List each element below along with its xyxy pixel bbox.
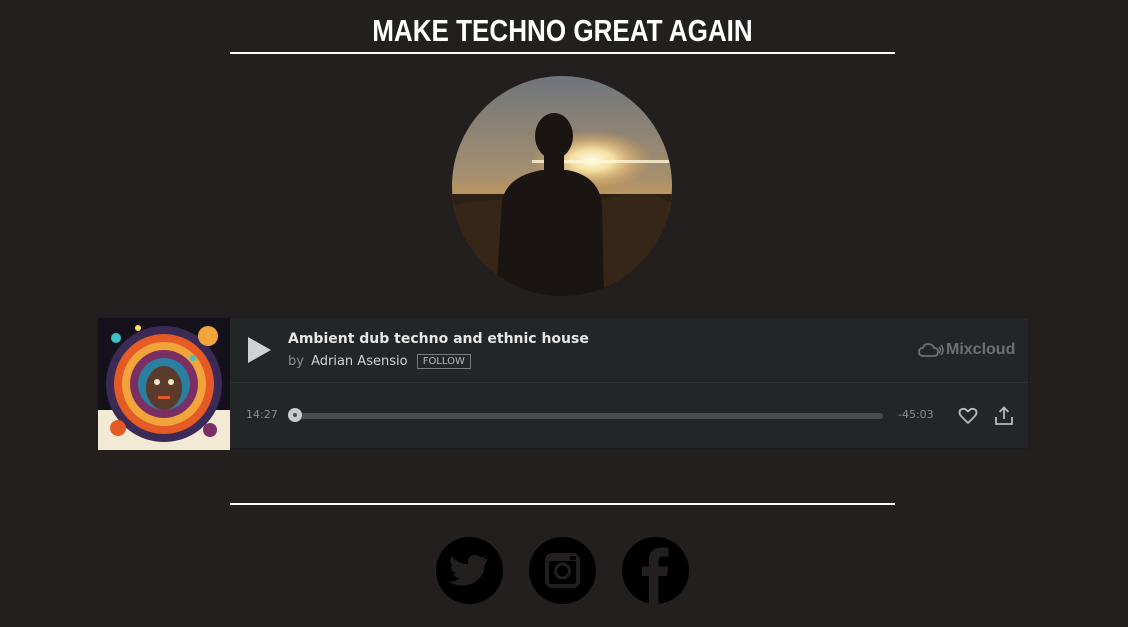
page-title-text: MAKE TECHNO GREAT AGAIN <box>372 13 753 48</box>
twitter-link[interactable] <box>436 537 503 604</box>
mixcloud-cloud-icon <box>918 343 944 357</box>
track-artwork[interactable] <box>98 318 230 450</box>
time-elapsed: 14:27 <box>246 408 278 421</box>
heart-icon <box>958 407 978 424</box>
progress-handle[interactable] <box>288 408 302 422</box>
facebook-link[interactable] <box>622 537 689 604</box>
page-title: MAKE TECHNO GREAT AGAIN <box>230 10 895 54</box>
mixcloud-logo[interactable]: Mixcloud <box>918 340 1015 360</box>
player-divider <box>230 382 1028 383</box>
play-button[interactable] <box>244 335 274 365</box>
favorite-button[interactable] <box>958 406 978 426</box>
footer-divider <box>230 503 895 505</box>
byline: by Adrian Asensio FOLLOW <box>288 354 471 369</box>
facebook-icon <box>622 537 689 604</box>
instagram-link[interactable] <box>529 537 596 604</box>
share-icon <box>995 406 1013 425</box>
progress-bar[interactable] <box>288 408 883 422</box>
mixcloud-player: Ambient dub techno and ethnic house by A… <box>97 317 1029 450</box>
time-remaining: -45:03 <box>898 408 934 421</box>
instagram-icon <box>529 537 596 604</box>
artist-link[interactable]: Adrian Asensio <box>311 354 407 369</box>
play-icon <box>248 337 271 363</box>
share-button[interactable] <box>994 406 1014 426</box>
mixcloud-brand-text: Mixcloud <box>946 341 1016 358</box>
profile-photo <box>452 76 672 296</box>
by-label: by <box>288 354 304 369</box>
track-title[interactable]: Ambient dub techno and ethnic house <box>288 331 589 347</box>
follow-button[interactable]: FOLLOW <box>416 354 471 369</box>
twitter-icon <box>436 537 503 604</box>
